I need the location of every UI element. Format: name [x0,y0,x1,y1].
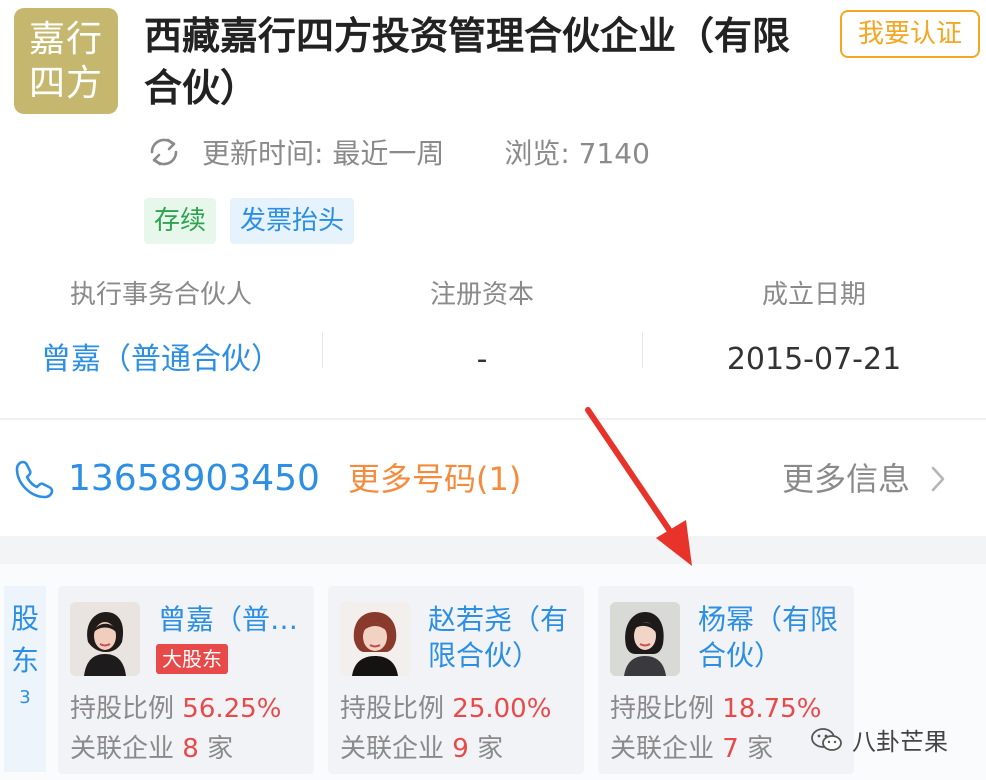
capital-label: 注册资本 [429,280,534,310]
share-ratio: 持股比例 56.25% [70,692,281,726]
shareholders-label-1: 股 [10,602,39,635]
status-tags: 存续 发票抬头 [144,198,355,244]
phone-icon[interactable] [14,458,54,500]
share-ratio-label: 持股比例 [70,694,175,724]
shareholders-tab[interactable]: 股 东 3 [4,586,46,772]
partner-label: 执行事务合伙人 [69,280,252,310]
date-column: 成立日期 2015-07-21 [642,270,986,410]
invoice-title-tag[interactable]: 发票抬头 [230,198,355,244]
share-ratio-value: 25.00% [452,694,552,724]
related-label: 关联企业 [340,734,445,764]
info-columns: 执行事务合伙人 曾嘉（普通合伙） 注册资本 - 成立日期 2015-07-21 [0,270,986,410]
chevron-right-icon [931,466,945,492]
updated-time: 更新时间: 最近一周 [202,137,445,170]
watermark-text: 八卦芒果 [852,728,948,756]
certify-button[interactable]: 我要认证 [840,10,980,58]
share-ratio-value: 56.25% [182,694,282,724]
related-companies[interactable]: 关联企业 9 家 [340,732,503,766]
related-unit: 家 [207,734,234,764]
share-ratio: 持股比例 18.75% [610,692,821,726]
partner-column: 执行事务合伙人 曾嘉（普通合伙） [0,270,322,410]
status-badge: 存续 [144,198,217,244]
related-unit: 家 [477,734,504,764]
shareholders-label-2: 东 [10,644,39,677]
related-count: 7 [722,734,739,764]
section-separator [0,536,986,564]
share-ratio-value: 18.75% [722,694,822,724]
related-unit: 家 [747,734,774,764]
avatar [610,602,680,676]
column-divider [322,332,323,368]
major-shareholder-badge: 大股东 [156,644,228,674]
related-label: 关联企业 [610,734,715,764]
refresh-icon[interactable] [146,134,182,170]
shareholder-name[interactable]: 赵若尧（有限合伙） [428,602,578,674]
divider [0,418,986,420]
related-count: 8 [182,734,199,764]
more-info-link[interactable]: 更多信息 [782,454,910,504]
related-companies[interactable]: 关联企业 7 家 [610,732,773,766]
avatar [70,602,140,676]
partner-link[interactable]: 曾嘉（普通合伙） [0,320,322,400]
shareholder-card[interactable]: 曾嘉（普… 大股东 持股比例 56.25% 关联企业 8 家 [58,586,314,774]
capital-column: 注册资本 - [322,270,642,410]
shareholder-name[interactable]: 曾嘉（普… [158,602,308,638]
phone-number[interactable]: 13658903450 [68,454,320,504]
avatar [340,602,410,676]
logo-line2: 四方 [28,63,103,104]
shareholders-count: 3 [19,687,31,708]
related-companies[interactable]: 关联企业 8 家 [70,732,233,766]
share-ratio-label: 持股比例 [610,694,715,724]
company-profile-page: 嘉行 四方 西藏嘉行四方投资管理合伙企业（有限合伙） 我要认证 更新时间: 最近… [0,0,986,780]
capital-value: - [476,342,488,377]
shareholder-card[interactable]: 赵若尧（有限合伙） 持股比例 25.00% 关联企业 9 家 [328,586,584,774]
related-label: 关联企业 [70,734,175,764]
column-divider [642,332,643,368]
related-count: 9 [452,734,469,764]
company-logo: 嘉行 四方 [14,8,118,114]
shareholder-name[interactable]: 杨幂（有限合伙） [698,602,848,674]
contact-row: 13658903450 更多号码(1) 更多信息 [0,440,986,520]
meta-row: 更新时间: 最近一周 浏览: 7140 [146,130,650,174]
date-value: 2015-07-21 [726,342,902,377]
view-count: 浏览: 7140 [504,137,650,170]
more-phones-link[interactable]: 更多号码(1) [348,454,521,504]
company-name: 西藏嘉行四方投资管理合伙企业（有限合伙） [144,14,791,110]
watermark: 八卦芒果 [810,722,948,757]
share-ratio-label: 持股比例 [340,694,445,724]
wechat-icon [811,727,842,751]
date-label: 成立日期 [761,280,866,310]
share-ratio: 持股比例 25.00% [340,692,551,726]
logo-line1: 嘉行 [28,19,103,60]
